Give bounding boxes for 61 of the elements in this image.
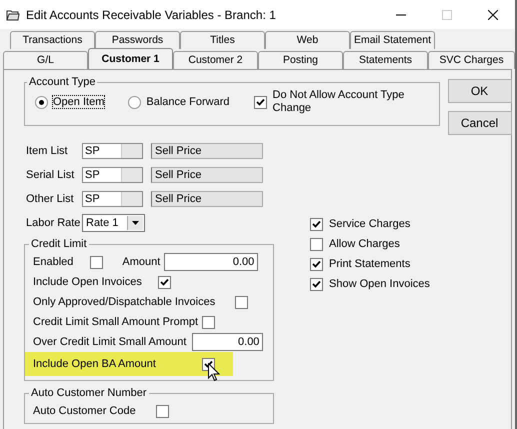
tab[interactable]: Passwords bbox=[95, 31, 180, 49]
checkbox-label: Only Approved/Dispatchable Invoices bbox=[33, 296, 216, 308]
checkbox[interactable] bbox=[310, 218, 323, 230]
checkbox[interactable] bbox=[202, 316, 216, 328]
field-label: Over Credit Limit Small Amount bbox=[33, 336, 186, 348]
checkbox-label: Credit Limit Small Amount Prompt bbox=[33, 316, 198, 328]
description-field: Sell Price bbox=[151, 167, 263, 183]
group-title: Credit Limit bbox=[30, 238, 88, 250]
folder-icon bbox=[6, 8, 20, 20]
checkbox-label: Print Statements bbox=[329, 258, 410, 270]
tab[interactable]: Email Statement bbox=[350, 31, 435, 49]
tab[interactable]: Posting bbox=[258, 51, 343, 69]
tab[interactable]: Customer 1 bbox=[88, 48, 173, 69]
dialog-button[interactable]: OK bbox=[448, 79, 512, 103]
checkbox-label: Allow Charges bbox=[329, 238, 400, 250]
checkbox-label: Show Open Invoices bbox=[329, 278, 430, 290]
radio-button[interactable] bbox=[128, 96, 142, 108]
description-field: Sell Price bbox=[151, 143, 263, 159]
radio-label: Balance Forward bbox=[146, 96, 230, 108]
checkbox-label: Enabled bbox=[33, 256, 74, 268]
checkbox[interactable] bbox=[156, 404, 169, 418]
field-label: Serial List bbox=[25, 169, 76, 181]
checkbox[interactable] bbox=[310, 238, 323, 250]
tab[interactable]: Statements bbox=[343, 51, 428, 69]
tab[interactable]: Transactions bbox=[10, 31, 95, 49]
tab[interactable]: Web bbox=[265, 31, 350, 49]
tab[interactable]: Titles bbox=[180, 31, 265, 49]
description-field: Sell Price bbox=[151, 191, 263, 207]
labor-rate-dropdown[interactable]: Rate 1 bbox=[82, 214, 145, 232]
field-label: Item List bbox=[25, 145, 69, 157]
checkbox-label: Auto Customer Code bbox=[33, 405, 136, 417]
dropdown-arrow-icon bbox=[132, 221, 139, 225]
checkbox[interactable] bbox=[158, 276, 171, 288]
close-icon[interactable] bbox=[488, 10, 498, 20]
checkbox-label: Include Open BA Amount bbox=[33, 358, 157, 370]
checkbox-label: Do Not Allow Account Type Change bbox=[272, 89, 406, 115]
amount-field[interactable]: 0.00 bbox=[192, 333, 264, 351]
field-label: Other List bbox=[25, 193, 75, 205]
checkbox[interactable] bbox=[254, 96, 267, 108]
checkbox-label: Service Charges bbox=[329, 218, 410, 230]
field-label: Labor Rate bbox=[25, 217, 82, 229]
tab[interactable]: Customer 2 bbox=[173, 51, 258, 69]
checkbox[interactable] bbox=[90, 256, 104, 268]
amount-field[interactable]: 0.00 bbox=[164, 253, 258, 271]
tab[interactable]: SVC Charges bbox=[428, 51, 515, 69]
tab[interactable]: G/L bbox=[3, 51, 88, 69]
code-field[interactable]: SP bbox=[82, 143, 143, 159]
checkbox[interactable] bbox=[235, 296, 248, 308]
checkbox[interactable] bbox=[310, 258, 323, 270]
code-field[interactable]: SP bbox=[82, 167, 143, 183]
radio-button[interactable] bbox=[35, 96, 48, 108]
group-title: Auto Customer Number bbox=[30, 387, 148, 399]
field-label: Amount bbox=[122, 256, 160, 268]
group-title: Account Type bbox=[28, 76, 96, 88]
mouse-pointer-icon bbox=[208, 363, 220, 382]
window-title: Edit Accounts Receivable Variables - Branch: 1 bbox=[26, 8, 276, 22]
code-field[interactable]: SP bbox=[82, 191, 143, 207]
checkbox-label: Include Open Invoices bbox=[33, 276, 143, 288]
dialog-button[interactable]: Cancel bbox=[448, 111, 512, 135]
radio-label: Open Item bbox=[53, 96, 104, 108]
checkbox[interactable] bbox=[310, 278, 323, 290]
